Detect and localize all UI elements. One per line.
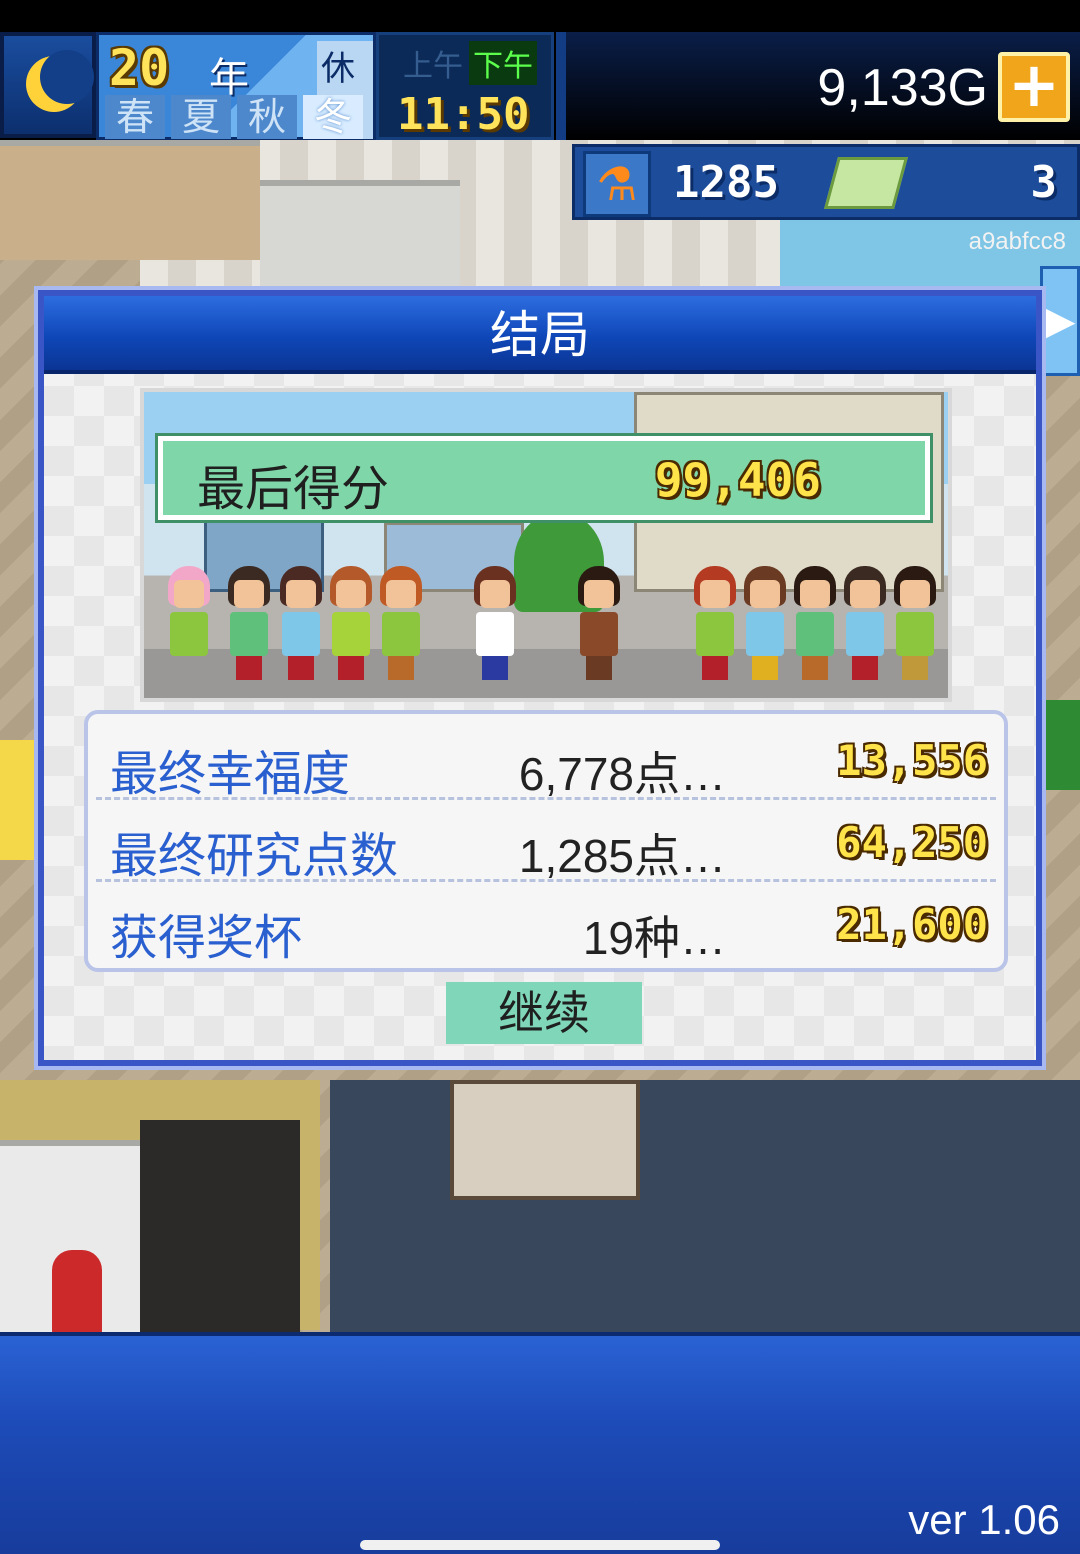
side-menu-arrow-icon[interactable]: ▶ <box>1040 266 1080 376</box>
moon-icon <box>26 50 94 112</box>
row-value: 21,600 <box>836 900 988 949</box>
pm-label: 下午 <box>469 41 537 85</box>
row-value: 64,250 <box>836 818 988 867</box>
character-group <box>154 562 944 692</box>
bed <box>450 1080 640 1200</box>
date-panel: 20 年 休日 春 夏 秋 冬 <box>96 32 376 140</box>
status-strip <box>0 0 1080 32</box>
continue-button[interactable]: 继续 <box>446 982 642 1044</box>
walking-character <box>52 1250 102 1335</box>
user-id: a9abfcc8 <box>968 228 1066 255</box>
money-amount: 9,133G <box>817 59 988 117</box>
add-money-button[interactable]: + <box>998 52 1070 122</box>
flask-icon: ⚗ <box>583 151 651 217</box>
row-label: 最终幸福度 <box>110 746 351 802</box>
dialog-title: 结局 <box>44 296 1036 374</box>
table-row: 最终幸福度 6,778点… 13,556 <box>96 720 996 802</box>
character <box>740 566 790 684</box>
research-points: 1285 <box>673 157 779 208</box>
ticket-count: 3 <box>1030 157 1058 208</box>
final-score-banner: 最后得分 99,406 <box>155 433 933 523</box>
closet <box>140 1120 300 1335</box>
character <box>224 566 274 684</box>
season-list: 春 夏 秋 冬 <box>105 95 363 139</box>
night-indicator <box>0 32 96 138</box>
ending-dialog: 结局 最后得分 99,406 最终幸福度 6,778点… 13,556 最终研究… <box>34 286 1046 1070</box>
table-row: 最终研究点数 1,285点… 64,250 <box>96 802 996 884</box>
score-breakdown-table: 最终幸福度 6,778点… 13,556 最终研究点数 1,285点… 64,2… <box>84 710 1008 972</box>
character <box>276 566 326 684</box>
season-spring: 春 <box>105 95 165 139</box>
home-indicator[interactable] <box>360 1540 720 1550</box>
season-summer: 夏 <box>171 95 231 139</box>
time-panel: 上午 下午 11:50 <box>376 32 554 140</box>
am-label: 上午 <box>403 49 463 84</box>
side-character <box>1046 700 1080 790</box>
character <box>470 566 520 684</box>
character <box>840 566 890 684</box>
version-label: ver 1.06 <box>908 1496 1060 1543</box>
row-label: 获得奖杯 <box>110 910 303 966</box>
bottom-panel: ver 1.06 <box>0 1332 1080 1554</box>
dark-floor <box>330 1080 1080 1335</box>
row-detail: 6,778点… <box>518 748 726 800</box>
character <box>574 566 624 684</box>
row-detail: 19种… <box>582 912 726 964</box>
row-value: 13,556 <box>836 736 988 785</box>
season-winter: 冬 <box>303 95 363 139</box>
character <box>376 566 426 684</box>
row-label: 最终研究点数 <box>110 828 399 884</box>
year-number: 20 <box>109 39 170 97</box>
season-autumn: 秋 <box>237 95 297 139</box>
row-detail: 1,285点… <box>518 830 726 882</box>
character <box>164 566 214 684</box>
character <box>326 566 376 684</box>
character <box>790 566 840 684</box>
character <box>690 566 740 684</box>
money-panel: 9,133G + <box>556 32 1080 140</box>
final-score-value: 99,406 <box>654 453 821 507</box>
dialog-body: 结局 最后得分 99,406 最终幸福度 6,778点… 13,556 最终研究… <box>44 296 1036 1060</box>
resource-bar: ⚗ 1285 3 <box>572 144 1080 220</box>
clock-time: 11:50 <box>397 89 530 140</box>
final-score-label: 最后得分 <box>197 461 390 517</box>
ticket-icon <box>824 157 908 209</box>
kitchen-room <box>0 140 260 260</box>
table-row: 获得奖杯 19种… 21,600 <box>96 884 996 966</box>
room-wall <box>260 180 460 290</box>
character <box>890 566 940 684</box>
